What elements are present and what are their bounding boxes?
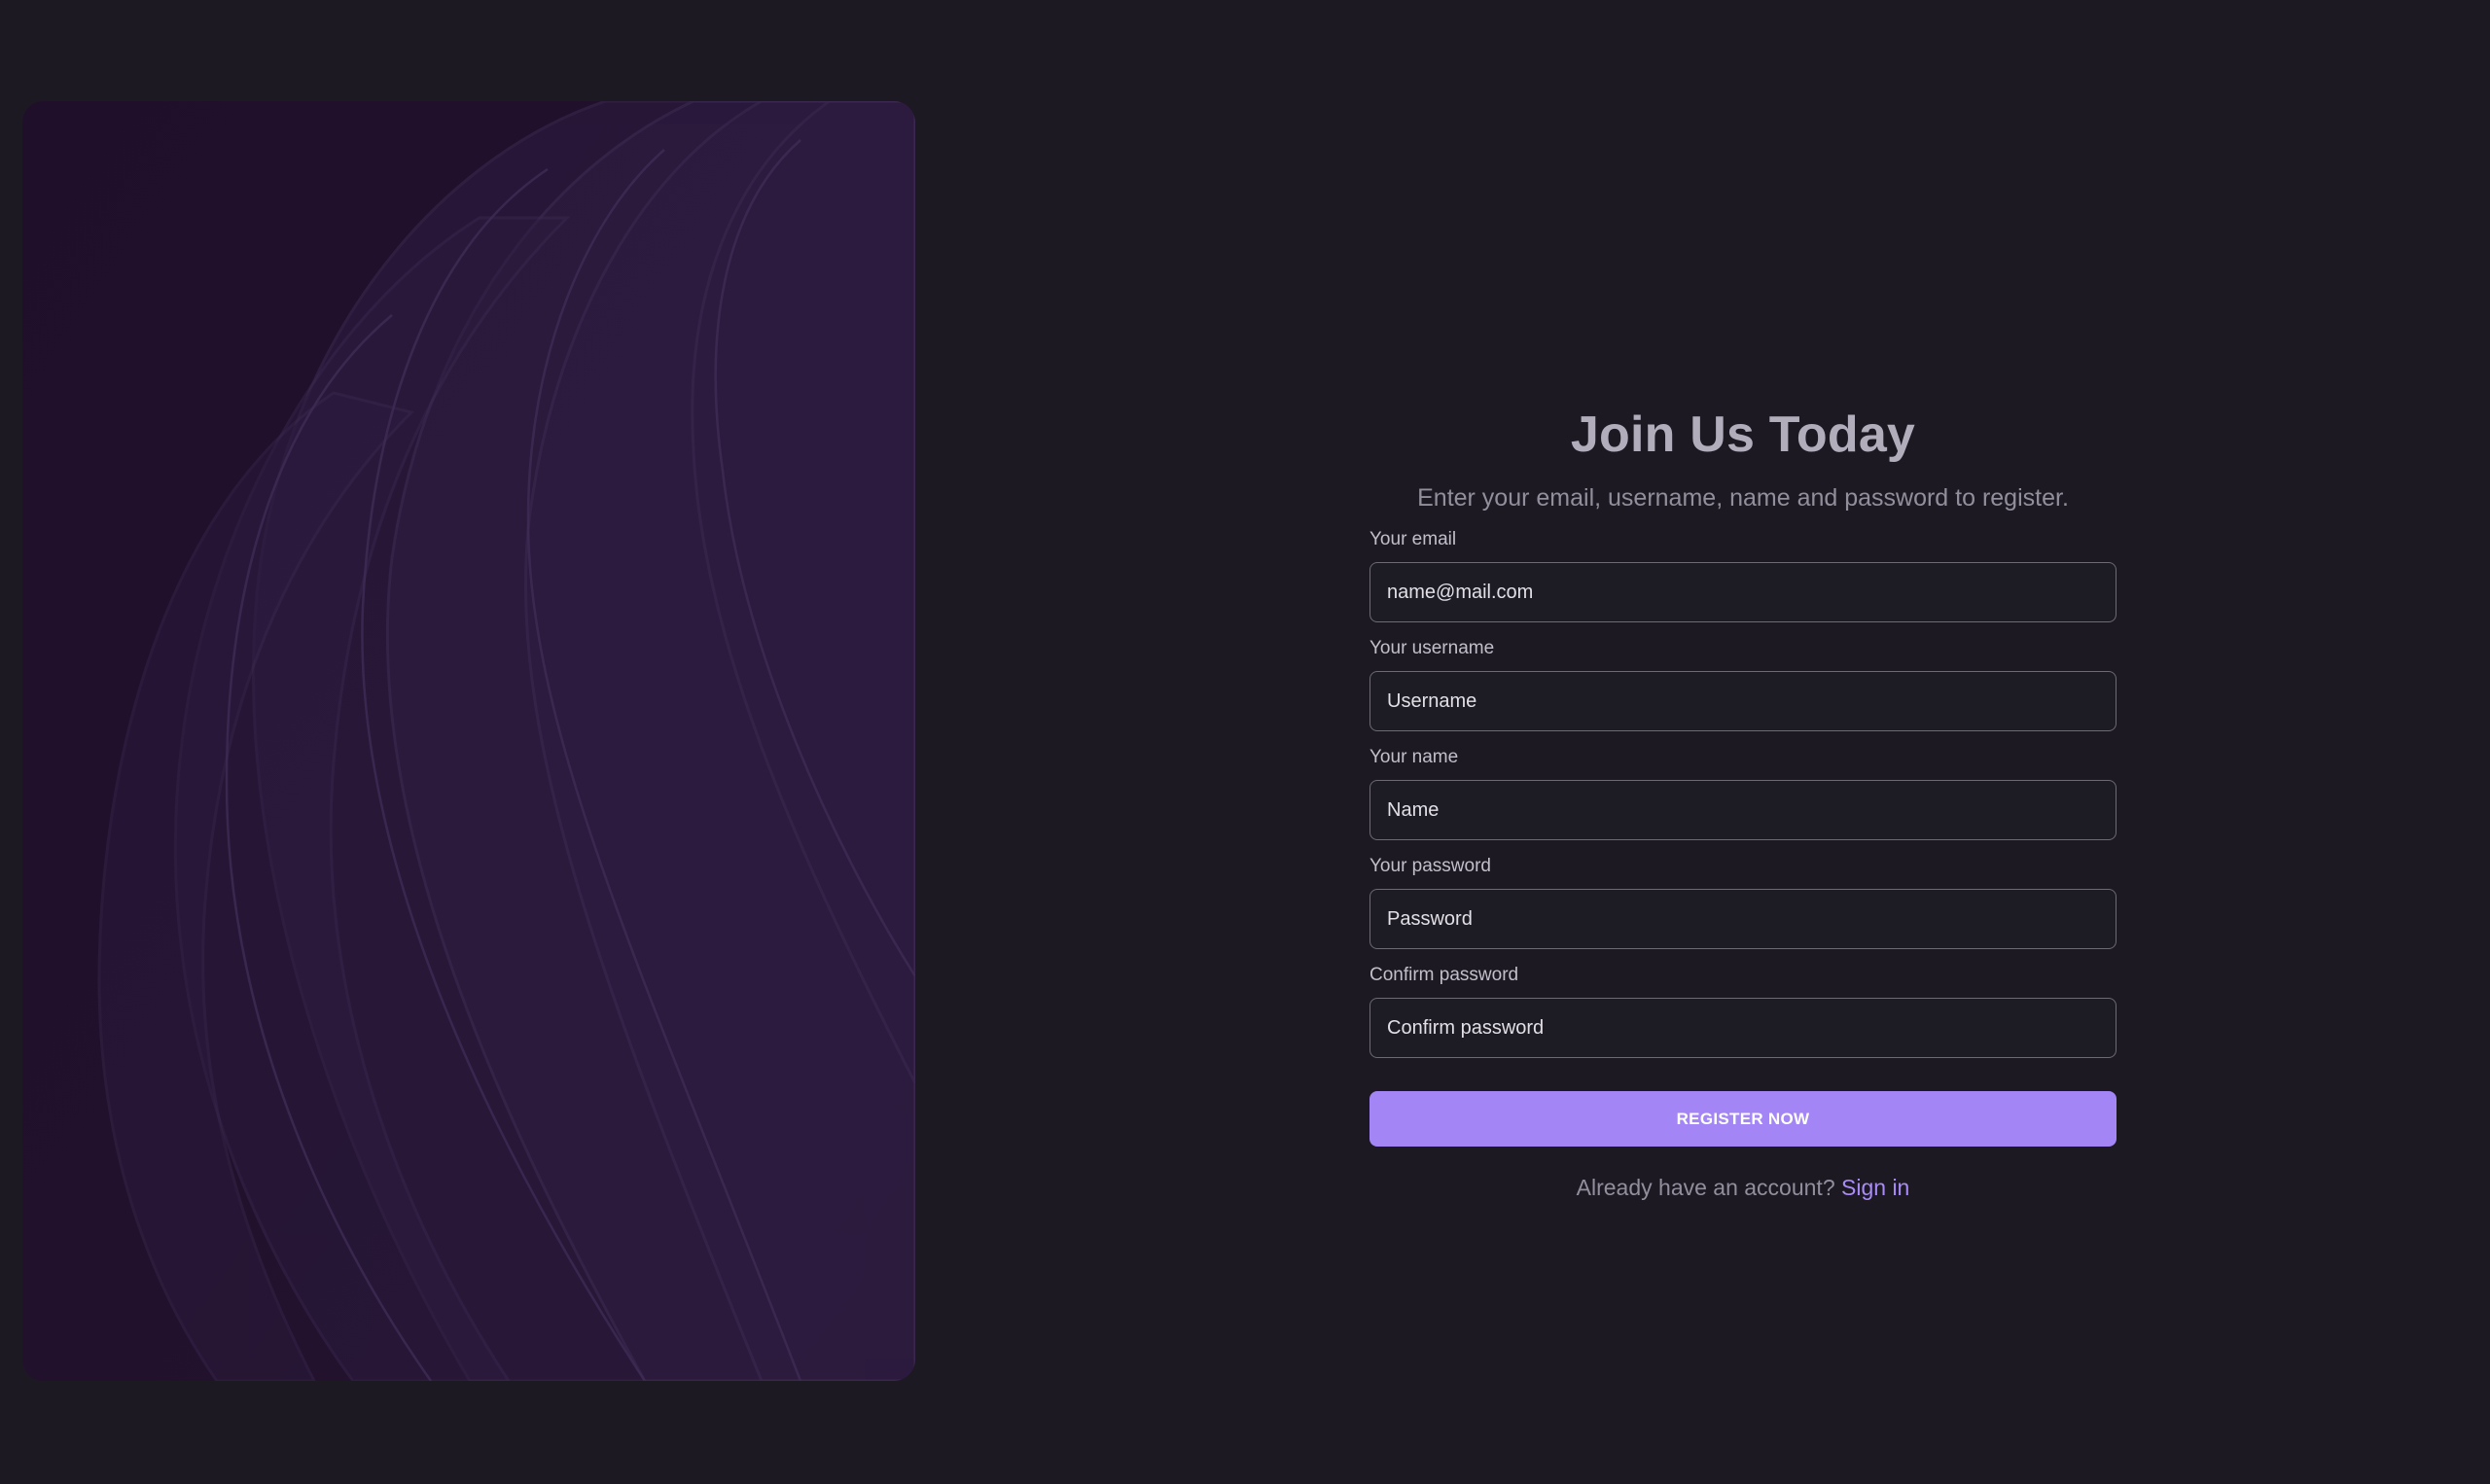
email-field-group: Your email [1370,527,2116,622]
name-input[interactable] [1370,780,2116,840]
confirm-password-input[interactable] [1370,998,2116,1058]
register-form-container: Join Us Today Enter your email, username… [1370,399,2116,1203]
confirm-password-label: Confirm password [1370,965,1519,985]
page-subtitle: Enter your email, username, name and pas… [1417,484,2069,512]
name-field-group: Your name [1370,745,2116,840]
password-field-group: Your password [1370,854,2116,949]
signin-link[interactable]: Sign in [1841,1175,1909,1200]
register-button[interactable]: REGISTER NOW [1370,1091,2116,1147]
signin-row: Already have an account? Sign in [1370,1172,2116,1203]
waves-graphic [22,101,915,1381]
page-title: Join Us Today [1570,406,1916,463]
email-label: Your email [1370,529,1457,549]
email-input[interactable] [1370,562,2116,622]
username-label: Your username [1370,638,1495,658]
register-form: Your email Your username Your name Your … [1370,527,2116,1147]
password-label: Your password [1370,856,1491,876]
name-label: Your name [1370,747,1459,767]
purple-abstract-waves-image [22,101,915,1381]
confirm-password-field-group: Confirm password [1370,963,2116,1058]
username-input[interactable] [1370,671,2116,731]
signin-prompt: Already have an account? [1576,1175,1835,1200]
register-page: Join Us Today Enter your email, username… [0,0,2490,1484]
password-input[interactable] [1370,889,2116,949]
username-field-group: Your username [1370,636,2116,731]
